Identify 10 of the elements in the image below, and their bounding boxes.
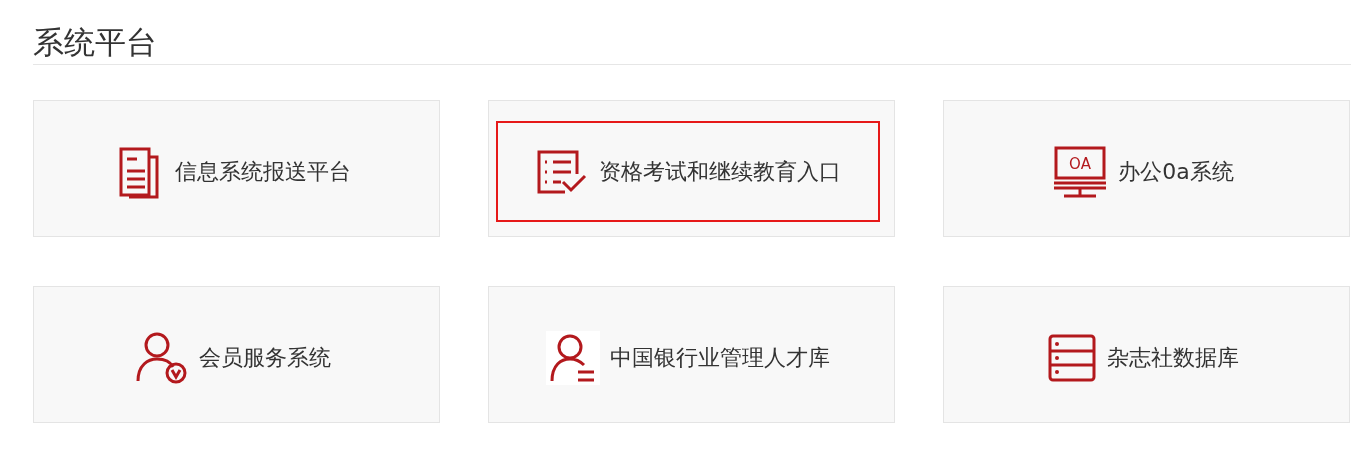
system-link[interactable]: 杂志社数据库 <box>951 307 1335 408</box>
section-title: 系统平台 <box>33 23 158 62</box>
system-link[interactable]: OA 办公0a系统 <box>951 121 1335 222</box>
system-link[interactable]: 会员服务系统 <box>41 307 425 408</box>
server-icon <box>1047 332 1097 383</box>
user-list-icon <box>546 330 600 385</box>
system-link[interactable]: 资格考试和继续教育入口 <box>496 121 880 222</box>
system-link[interactable]: 中国银行业管理人才库 <box>496 307 880 408</box>
system-link[interactable]: 信息系统报送平台 <box>41 121 425 222</box>
user-icon <box>135 330 189 385</box>
